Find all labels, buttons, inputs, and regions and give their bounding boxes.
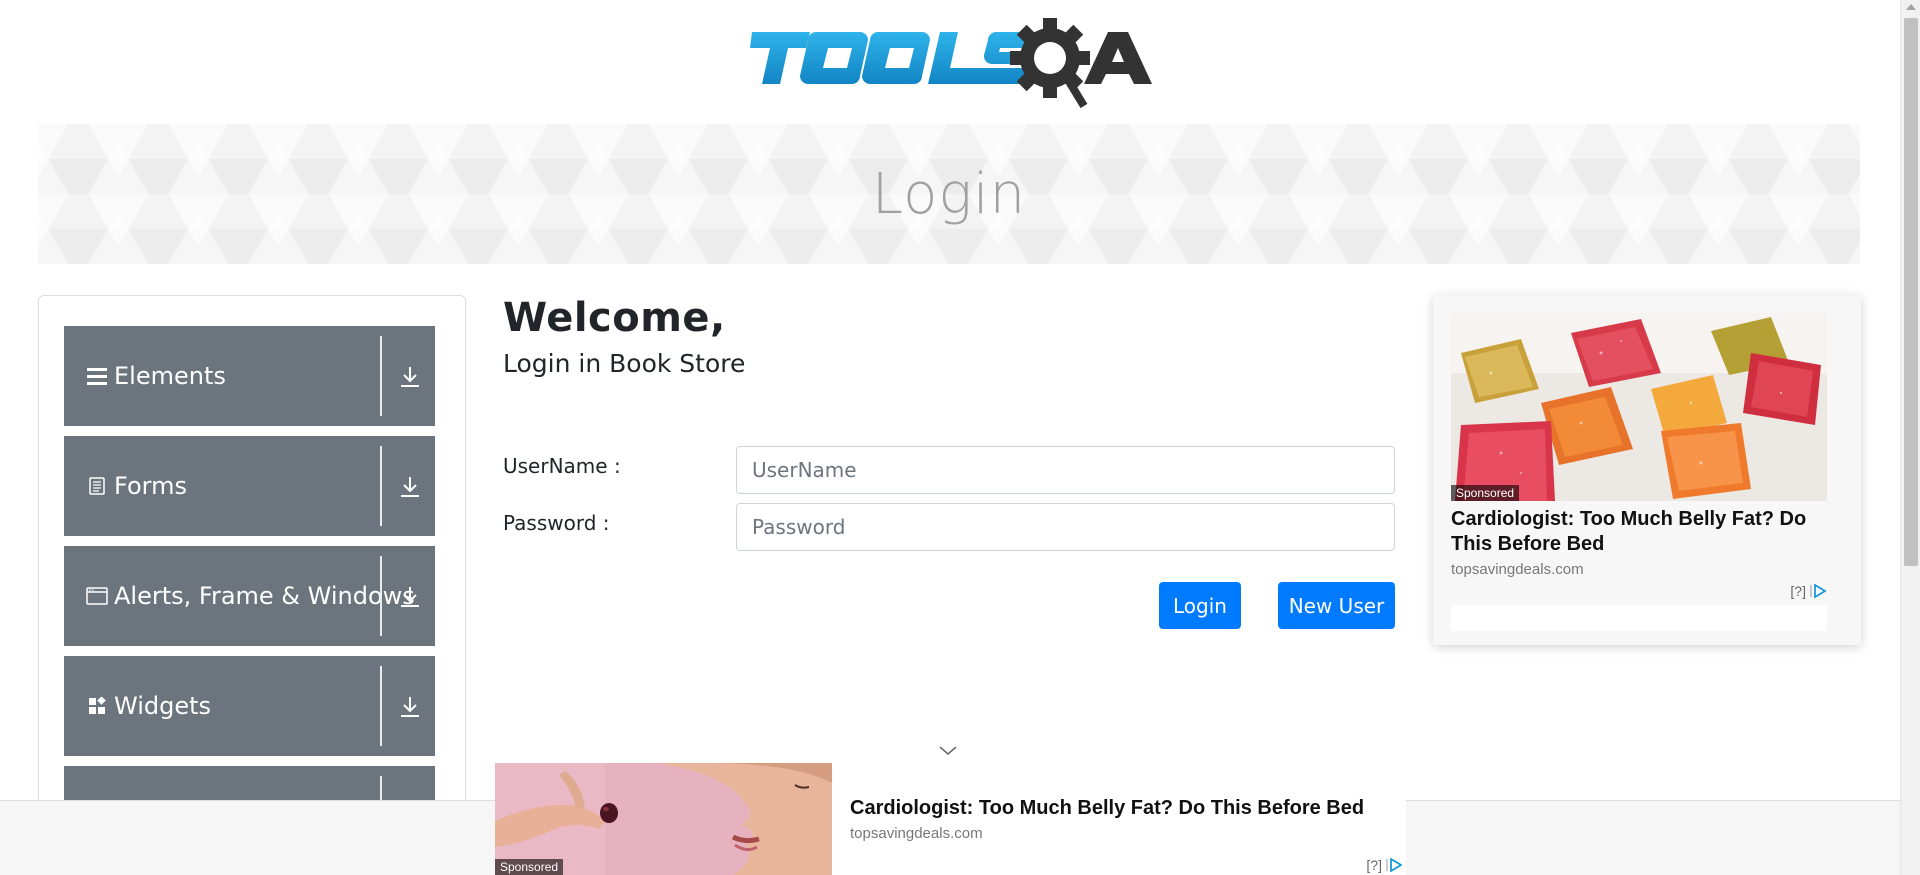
ad-image-woman[interactable]: Sponsored bbox=[495, 763, 832, 875]
scroll-up-arrow-icon[interactable] bbox=[1906, 4, 1916, 10]
ad-source[interactable]: topsavingdeals.com bbox=[1451, 561, 1584, 578]
username-row: UserName : bbox=[503, 446, 1395, 496]
sidebar-group-label: Elements bbox=[114, 362, 226, 390]
ad-headline[interactable]: Cardiologist: Too Much Belly Fat? Do Thi… bbox=[850, 797, 1364, 820]
ad-help-link[interactable]: [?] bbox=[1366, 857, 1382, 873]
ad-image-candies[interactable]: Sponsored bbox=[1451, 313, 1827, 501]
download-arrow-icon[interactable] bbox=[395, 692, 425, 722]
ad-spacer bbox=[1451, 605, 1827, 631]
ad-info[interactable]: [?] bbox=[1366, 857, 1402, 873]
ad-info[interactable]: [?] bbox=[1790, 583, 1826, 599]
sidebar-group-elements[interactable]: Elements bbox=[64, 326, 435, 426]
sidebar-group-label: Widgets bbox=[114, 692, 212, 720]
window-icon bbox=[86, 585, 108, 607]
login-button[interactable]: Login bbox=[1159, 582, 1241, 629]
widgets-icon bbox=[86, 695, 108, 717]
vertical-scrollbar[interactable] bbox=[1900, 0, 1920, 875]
password-input[interactable] bbox=[736, 503, 1395, 551]
divider bbox=[380, 666, 382, 746]
download-arrow-icon[interactable] bbox=[395, 362, 425, 392]
sponsored-badge: Sponsored bbox=[495, 859, 564, 875]
sponsored-badge: Sponsored bbox=[1451, 485, 1520, 501]
sidebar-group-widgets[interactable]: Widgets bbox=[64, 656, 435, 756]
ad-source[interactable]: topsavingdeals.com bbox=[850, 825, 983, 842]
ad-headline[interactable]: Cardiologist: Too Much Belly Fat? Do Thi… bbox=[1451, 507, 1841, 557]
sponsored-ad-right[interactable]: Sponsored Cardiologist: Too Much Belly F… bbox=[1433, 295, 1861, 645]
download-arrow-icon[interactable] bbox=[395, 582, 425, 612]
sidebar-group-label: Forms bbox=[114, 472, 187, 500]
divider bbox=[380, 336, 382, 416]
welcome-heading: Welcome, bbox=[503, 295, 726, 341]
page-banner: Login bbox=[38, 124, 1860, 264]
page-title: Login bbox=[871, 161, 1027, 227]
divider bbox=[380, 446, 382, 526]
document-icon bbox=[86, 475, 108, 497]
divider bbox=[380, 556, 382, 636]
password-row: Password : bbox=[503, 503, 1395, 553]
new-user-button[interactable]: New User bbox=[1278, 582, 1395, 629]
adchoices-icon[interactable] bbox=[1810, 584, 1826, 598]
password-label: Password : bbox=[503, 511, 610, 535]
username-input[interactable] bbox=[736, 446, 1395, 494]
scrollbar-thumb[interactable] bbox=[1904, 18, 1918, 566]
login-form-area: Welcome, Login in Book Store UserName : … bbox=[503, 295, 1395, 629]
download-arrow-icon[interactable] bbox=[395, 472, 425, 502]
sidebar-group-alerts-frame-windows[interactable]: Alerts, Frame & Windows bbox=[64, 546, 435, 646]
sponsored-ad-bottom[interactable]: Sponsored Cardiologist: Too Much Belly F… bbox=[495, 763, 1406, 875]
username-label: UserName : bbox=[503, 454, 621, 478]
sidebar-group-label: Alerts, Frame & Windows bbox=[114, 582, 415, 610]
chevron-down-icon[interactable] bbox=[937, 744, 959, 758]
sidebar-group-forms[interactable]: Forms bbox=[64, 436, 435, 536]
ad-help-link[interactable]: [?] bbox=[1790, 583, 1806, 599]
header bbox=[0, 0, 1900, 124]
hamburger-icon bbox=[86, 365, 108, 387]
adchoices-icon[interactable] bbox=[1386, 858, 1402, 872]
sidebar: Elements Forms Alerts, Frame & Windows W… bbox=[38, 295, 466, 875]
login-subheading: Login in Book Store bbox=[503, 349, 746, 378]
toolsqa-logo[interactable] bbox=[750, 18, 1154, 114]
